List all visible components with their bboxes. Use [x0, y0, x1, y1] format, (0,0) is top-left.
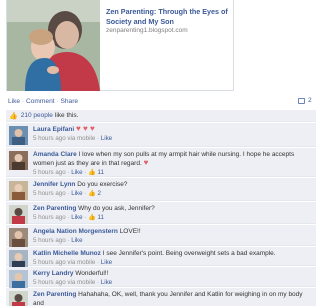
comment-time[interactable]: 5 hours ago — [33, 237, 66, 244]
heart-icon: ♥ — [143, 158, 149, 167]
comment-text: I see Jennifer's point. Being overweight… — [102, 250, 276, 257]
thumbs-up-icon: 👍 — [9, 112, 18, 120]
comment-time[interactable]: 5 hours ago — [33, 169, 66, 176]
avatar[interactable] — [9, 151, 28, 170]
comment-item: Kerry Landry Wonderful!! 5 hours ago via… — [6, 267, 316, 289]
comment-like-link[interactable]: Like — [101, 259, 112, 266]
comment-text: LOVE!! — [119, 228, 141, 235]
avatar[interactable] — [9, 291, 28, 306]
like-count-value: 11 — [97, 169, 104, 176]
comment-item: Angela Nation Morgenstern LOVE!! 5 hours… — [6, 225, 316, 247]
comment-author[interactable]: Kerry Landry — [33, 270, 73, 277]
comment-text: Wonderful!! — [75, 270, 109, 277]
comment-item: Zen Parenting Why do you ask, Jennifer? … — [6, 202, 316, 224]
comment-author[interactable]: Laura Epifani — [33, 126, 74, 133]
like-count[interactable]: 👍 2 — [88, 190, 101, 197]
preview-caption: zenparenting1.blogspot.com — [106, 27, 188, 34]
comment-text: Why do you ask, Jennifer? — [78, 205, 155, 212]
likes-people-link[interactable]: 210 people — [21, 112, 53, 119]
link-preview-card[interactable]: Zen Parenting: Through the Eyes of Socie… — [6, 0, 234, 91]
thumbs-up-icon: 👍 — [88, 190, 96, 197]
comment-like-link[interactable]: Like — [71, 190, 82, 197]
likes-summary: 👍 210 people like this. — [6, 110, 316, 122]
comment-like-link[interactable]: Like — [101, 135, 112, 142]
comment-item: Jennifer Lynn Do you exercise? 5 hours a… — [6, 178, 316, 201]
comment-author[interactable]: Katlin Michelle Munoz — [33, 250, 101, 257]
preview-image[interactable] — [7, 0, 100, 91]
post-actions: Like · Comment · Share — [8, 98, 78, 105]
comment-author[interactable]: Zen Parenting — [33, 205, 76, 212]
avatar[interactable] — [9, 205, 28, 224]
like-count-value: 11 — [97, 214, 104, 221]
separator: · — [21, 98, 25, 105]
comment-author[interactable]: Zen Parenting — [33, 291, 76, 298]
comment-like-link[interactable]: Like — [101, 279, 112, 286]
comment-time[interactable]: 5 hours ago via mobile — [33, 279, 95, 286]
like-count-value: 2 — [97, 190, 101, 197]
comment-time[interactable]: 5 hours ago — [33, 190, 66, 197]
comment-time[interactable]: 5 hours ago via mobile — [33, 259, 95, 266]
share-link[interactable]: Share — [60, 98, 78, 105]
preview-title[interactable]: Zen Parenting: Through the Eyes of Socie… — [106, 7, 231, 26]
comment-author[interactable]: Amanda Clare — [33, 151, 77, 158]
comment-time[interactable]: 5 hours ago via mobile — [33, 135, 95, 142]
thumbs-up-icon: 👍 — [88, 169, 96, 176]
comment-item: Zen Parenting Hahahaha, OK, well, thank … — [6, 288, 316, 306]
comment-like-link[interactable]: Like — [71, 237, 82, 244]
thumbs-up-icon: 👍 — [88, 214, 96, 221]
comment-item: Amanda Clare I love when my son pulls at… — [6, 148, 316, 177]
separator: · — [56, 98, 59, 105]
comment-bubble-icon — [298, 97, 305, 104]
likes-text: like this. — [54, 112, 79, 119]
comment-time[interactable]: 5 hours ago — [33, 214, 66, 221]
like-count[interactable]: 👍 11 — [88, 169, 104, 176]
comment-count-value: 2 — [308, 97, 312, 104]
like-count[interactable]: 👍 11 — [88, 214, 104, 221]
avatar[interactable] — [9, 126, 28, 145]
comment-like-link[interactable]: Like — [71, 214, 82, 221]
comment-count[interactable]: 2 — [298, 97, 312, 104]
comment-author[interactable]: Jennifer Lynn — [33, 181, 75, 188]
like-link[interactable]: Like — [8, 98, 20, 105]
comment-text: Do you exercise? — [77, 181, 128, 188]
comment-like-link[interactable]: Like — [71, 169, 82, 176]
avatar[interactable] — [9, 181, 28, 200]
heart-icon: ♥ ♥ ♥ — [76, 124, 95, 133]
avatar[interactable] — [9, 228, 28, 247]
avatar[interactable] — [9, 270, 28, 289]
comment-item: Katlin Michelle Munoz I see Jennifer's p… — [6, 247, 316, 269]
comment-author[interactable]: Angela Nation Morgenstern — [33, 228, 118, 235]
comment-item: Laura Epifani ♥ ♥ ♥ 5 hours ago via mobi… — [6, 123, 316, 147]
comment-link[interactable]: Comment — [26, 98, 55, 105]
